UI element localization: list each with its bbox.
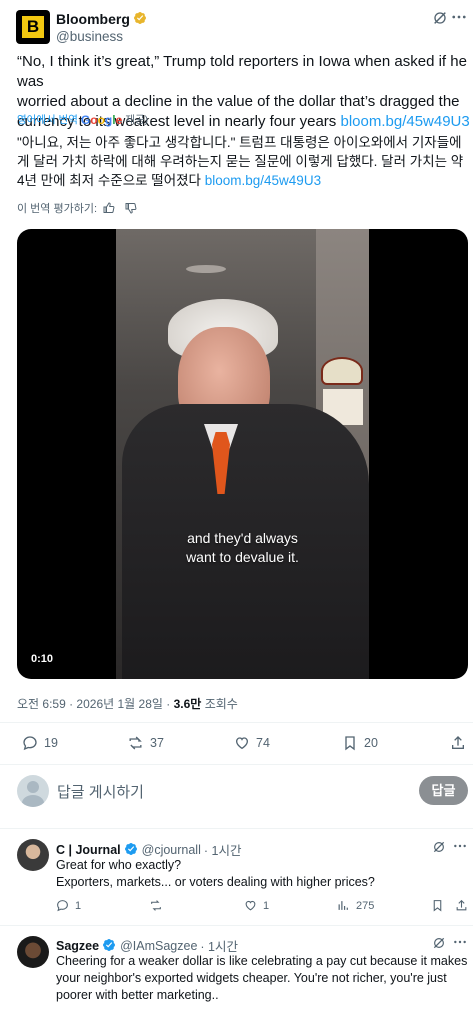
repost-button[interactable]: 37 [127,735,164,751]
views-count: 275 [356,899,375,912]
video-caption-line: want to devalue it. [186,549,299,565]
reply-count: 1 [75,899,82,912]
like-button[interactable]: 74 [234,735,270,751]
reply-text-line: your neighbor's exported widgets cheaper… [56,971,447,985]
bloomberg-avatar[interactable]: B [16,10,50,44]
video-caption-line: and they'd always [187,530,298,546]
share-icon [456,899,467,911]
reply-count: 19 [44,736,58,750]
bloomberg-logo: B [22,16,44,38]
bookmark-icon [433,900,442,912]
divider [0,828,473,829]
provided-label: 제공) [125,114,149,126]
post-action-bar: 19 37 74 20 [22,735,467,755]
reply-button[interactable]: 1 [56,899,81,912]
grok-icon[interactable] [432,936,446,950]
post-link[interactable]: bloom.bg/45w49U3 [340,113,469,130]
share-icon [452,736,464,749]
more-options-icon[interactable] [452,934,468,950]
like-count: 1 [263,899,270,912]
post-author[interactable]: Bloomberg @business [56,10,147,44]
reply-author-name[interactable]: Sagzee [56,939,99,953]
divider [0,722,473,723]
translation-attribution: 영어에서 번역 Google 제공) [17,112,148,127]
divider [0,764,473,765]
reply-action-bar: 1 1 275 [56,899,468,915]
video-duration: 0:10 [31,653,54,665]
verified-badge-icon [133,10,147,28]
divider [0,925,473,926]
post-text-line: worried about a decline in the value of … [17,93,460,110]
post-timestamp: 오전 6:59 · 2026년 1월 28일 · 3.6만 조회수 [17,695,238,712]
video-caption: and they'd always want to devalue it. [17,529,468,567]
translation-line: "아니요, 저는 아주 좋다고 생각합니다." 트럼프 대통령은 아이오와에서 … [17,135,462,150]
share-button[interactable] [455,899,468,912]
like-icon [245,900,256,911]
reply-text: Cheering for a weaker dollar is like cel… [56,953,470,1004]
rate-translation-label: 이 번역 평가하기: [17,203,98,215]
bookmark-count: 20 [364,736,378,750]
reply-input[interactable]: 답글 게시하기 [57,781,144,802]
translation-link[interactable]: bloom.bg/45w49U3 [205,173,321,188]
reply-avatar[interactable] [17,936,49,968]
repost-button[interactable] [149,899,169,912]
rate-translation: 이 번역 평가하기: [17,200,137,216]
more-options-icon[interactable] [450,8,468,26]
reply-icon [57,900,68,912]
like-button[interactable]: 1 [244,899,269,912]
reply-author-handle[interactable]: @IAmSagzee [120,939,197,953]
reply-author-handle[interactable]: @cjournall [142,843,201,857]
reply-text-line: Great for who exactly? [56,858,182,872]
wall-sign [321,357,363,385]
translation-line: 게 달러 가치 하락에 대해 우려하는지 묻는 질문에 이렇게 답했다. 달러 … [17,154,464,169]
verified-badge-icon [102,938,116,953]
reply-button[interactable]: 19 [22,735,58,751]
like-count: 74 [256,736,270,750]
google-logo: Google [80,112,123,127]
video-frame [116,229,369,679]
like-icon [235,737,249,750]
translated-from-label[interactable]: 영어에서 번역 [17,112,78,127]
thumbs-up-icon[interactable] [103,202,115,214]
bookmark-button[interactable]: 20 [342,735,378,751]
views-button[interactable]: 275 [337,899,374,912]
reply-icon [23,736,37,751]
author-name[interactable]: Bloomberg [56,11,130,27]
repost-icon [151,900,161,911]
reply-text: Great for who exactly? Exporters, market… [56,857,375,891]
thumbs-down-icon[interactable] [125,202,137,214]
reply-text-line: Exporters, markets... or voters dealing … [56,875,375,889]
user-avatar[interactable] [17,775,49,807]
bookmark-icon [345,736,355,751]
grok-icon[interactable] [432,840,446,854]
views-count: 3.6만 [173,697,202,711]
verified-badge-icon [124,842,138,857]
reply-text-line: poorer with better marketing.. [56,988,219,1002]
timestamp-text[interactable]: 오전 6:59 · 2026년 1월 28일 · [17,697,170,711]
views-label: 조회수 [204,697,238,711]
repost-icon [129,736,142,750]
repost-count: 37 [150,736,164,750]
translated-text: "아니요, 저는 아주 좋다고 생각합니다." 트럼프 대통령은 아이오와에서 … [17,133,472,190]
reply-author-name[interactable]: C | Journal [56,843,121,857]
share-button[interactable] [450,735,466,751]
video-player[interactable]: and they'd always want to devalue it. 0:… [17,229,468,679]
more-options-icon[interactable] [452,838,468,854]
reply-avatar[interactable] [17,839,49,871]
translation-line: 4년 만에 최저 수준으로 떨어졌다 [17,173,201,188]
reply-submit-button[interactable]: 답글 [419,776,468,805]
author-handle[interactable]: @business [56,29,147,44]
bookmark-button[interactable] [431,899,444,912]
grok-icon[interactable] [432,10,448,26]
post-text-line: “No, I think it’s great,” Trump told rep… [17,53,467,90]
reply-text-line: Cheering for a weaker dollar is like cel… [56,954,468,968]
views-icon [338,901,348,910]
